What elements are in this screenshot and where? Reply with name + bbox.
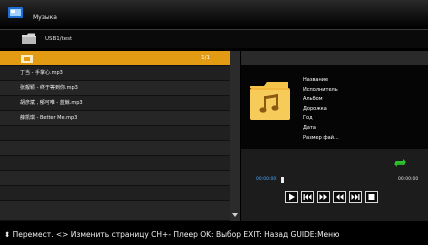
list-scrollbar[interactable]	[230, 51, 240, 221]
parent-folder-icon	[21, 55, 33, 63]
elapsed-time: 00:00:00	[256, 177, 277, 182]
empty-row	[0, 156, 230, 171]
rewind-icon	[336, 194, 344, 200]
panel-header	[241, 51, 428, 65]
title-bar: Музыка	[0, 0, 428, 30]
metadata-area: Название Исполнитель Альбом Дорожка Год …	[241, 65, 428, 149]
list-item-label: 薛凯琪 - Better Me.mp3	[20, 115, 78, 121]
folder-icon	[22, 33, 36, 44]
progress-indicator[interactable]	[281, 177, 284, 183]
list-item-label: 张靓颖 - 终于等到你.mp3	[20, 85, 78, 91]
path-label: USB1/test	[45, 36, 73, 42]
play-button[interactable]	[285, 191, 298, 203]
footer-hint-bar: ⬍ Перемест. <> Изменить страницу CH+- Пл…	[0, 221, 428, 245]
list-item[interactable]: 胡彦斌 , 郁可唯 - 蓝鲸.mp3	[0, 96, 230, 111]
previous-button[interactable]	[301, 191, 314, 203]
list-item-label: 丁当 - 手掌心.mp3	[20, 70, 63, 76]
play-icon	[289, 193, 295, 201]
page-indicator: 1/1	[201, 55, 210, 61]
page-title: Музыка	[33, 14, 57, 21]
next-icon	[351, 194, 360, 200]
parent-folder-row[interactable]: 1/1	[0, 51, 230, 66]
footer-hint-text: Перемест. <> Изменить страницу CH+- Плее…	[12, 230, 340, 239]
empty-row	[0, 126, 230, 141]
music-folder-icon	[250, 82, 290, 120]
player-controls: 00:00:00 00:00:00	[241, 149, 428, 221]
scroll-down-arrow-icon[interactable]	[232, 213, 238, 217]
empty-row	[0, 141, 230, 156]
previous-icon	[303, 194, 312, 200]
path-bar: USB1/test	[0, 30, 428, 48]
stop-icon	[368, 194, 375, 200]
next-button[interactable]	[349, 191, 362, 203]
stop-button[interactable]	[365, 191, 378, 203]
file-list: 1/1 丁当 - 手掌心.mp3 张靓颖 - 终于等到你.mp3 胡彦斌 , 郁…	[0, 51, 230, 221]
list-item-label: 胡彦斌 , 郁可唯 - 蓝鲸.mp3	[20, 100, 83, 106]
empty-row	[0, 171, 230, 186]
list-item[interactable]: 丁当 - 手掌心.mp3	[0, 66, 230, 81]
meta-track: Дорожка	[303, 105, 327, 112]
meta-title: Название	[303, 77, 329, 83]
repeat-icon[interactable]	[393, 157, 407, 169]
empty-row	[0, 201, 230, 221]
meta-year: Год	[303, 115, 313, 122]
metadata-list: Название Исполнитель Альбом Дорожка Год …	[303, 76, 339, 143]
list-item[interactable]: 张靓颖 - 终于等到你.mp3	[0, 81, 230, 96]
footer-hint: ⬍ Перемест. <> Изменить страницу CH+- Пл…	[4, 230, 340, 239]
list-item[interactable]: 薛凯琪 - Better Me.mp3	[0, 111, 230, 126]
total-time: 00:00:00	[398, 177, 419, 182]
meta-date: Дата	[303, 124, 316, 131]
rewind-button[interactable]	[333, 191, 346, 203]
fast-forward-button[interactable]	[317, 191, 330, 203]
meta-file-size: Размер фай...	[303, 134, 339, 141]
info-panel: Название Исполнитель Альбом Дорожка Год …	[241, 51, 428, 221]
empty-row	[0, 186, 230, 201]
fast-forward-icon	[319, 194, 327, 200]
meta-artist: Исполнитель	[303, 86, 338, 93]
music-app-icon	[8, 7, 23, 18]
meta-album: Альбом	[303, 96, 323, 103]
